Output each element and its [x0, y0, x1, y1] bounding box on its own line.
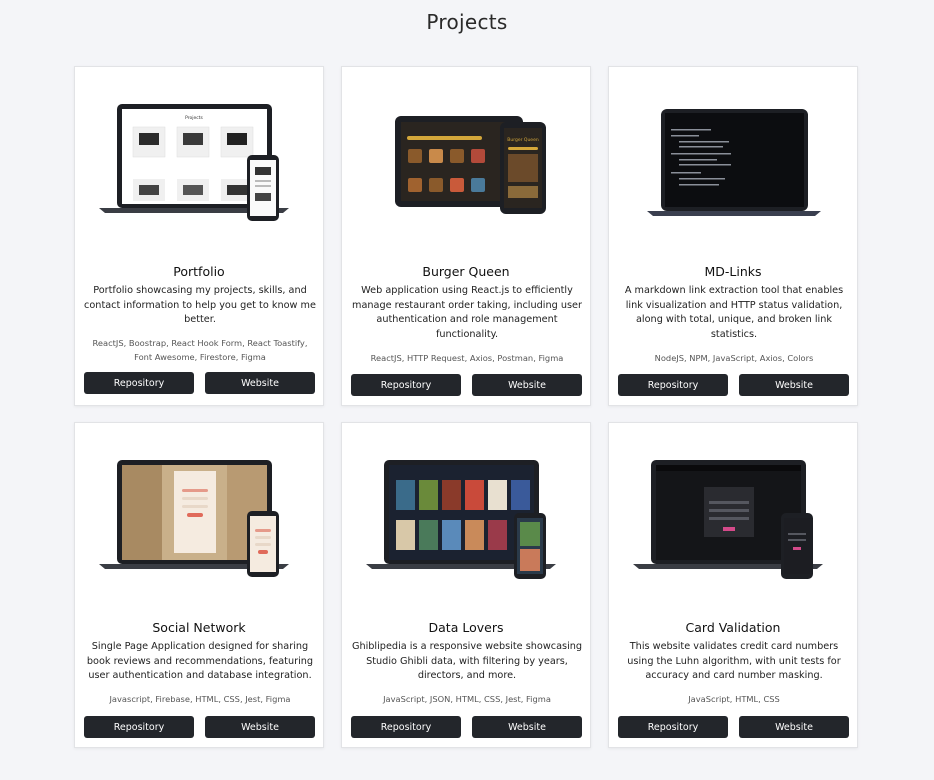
website-button[interactable]: Website: [205, 716, 315, 738]
project-title: MD-Links: [704, 264, 762, 279]
project-description: A markdown link extraction tool that ena…: [624, 285, 844, 340]
project-preview-image: Projects: [75, 67, 325, 257]
project-description: Ghiblipedia is a responsive website show…: [351, 641, 583, 682]
website-button[interactable]: Website: [205, 372, 315, 394]
project-card-md-links: MD-Links A markdown link extraction tool…: [608, 66, 858, 406]
repository-button[interactable]: Repository: [84, 716, 194, 738]
project-title: Card Validation: [685, 620, 781, 635]
repository-button[interactable]: Repository: [351, 716, 461, 738]
project-title: Portfolio: [173, 264, 225, 279]
project-card-portfolio: Projects Portfolio Portfolio showcasing …: [74, 66, 324, 406]
page-title: Projects: [426, 10, 508, 34]
project-technologies: Javascript, Firebase, HTML, CSS, Jest, F…: [109, 694, 291, 704]
website-button[interactable]: Website: [739, 374, 849, 396]
project-technologies: ReactJS, Boostrap, React Hook Form, Reac…: [92, 338, 308, 362]
project-card-data-lovers: Data Lovers Ghiblipedia is a responsive …: [341, 422, 591, 748]
project-card-social-network: Social Network Single Page Application d…: [74, 422, 324, 748]
project-card-card-validation: Card Validation This website validates c…: [608, 422, 858, 748]
repository-button[interactable]: Repository: [84, 372, 194, 394]
project-card-burger-queen: Burger Queen Burger Queen Web applicatio…: [341, 66, 591, 406]
website-button[interactable]: Website: [472, 374, 582, 396]
website-button[interactable]: Website: [472, 716, 582, 738]
project-technologies: JavaScript, HTML, CSS: [688, 694, 780, 704]
screen-title-text: Burger Queen: [507, 137, 539, 143]
project-title: Burger Queen: [422, 264, 510, 279]
project-preview-image: [609, 67, 859, 257]
project-description: Single Page Application designed for sha…: [86, 641, 314, 682]
project-preview-image: [342, 423, 592, 613]
project-technologies: JavaScript, JSON, HTML, CSS, Jest, Figma: [383, 694, 551, 704]
project-description: Web application using React.js to effici…: [352, 285, 582, 340]
project-description: Portfolio showcasing my projects, skills…: [84, 285, 316, 326]
project-preview-image: Burger Queen: [342, 67, 592, 257]
repository-button[interactable]: Repository: [618, 374, 728, 396]
project-preview-image: [75, 423, 325, 613]
project-technologies: NodeJS, NPM, JavaScript, Axios, Colors: [654, 353, 814, 363]
website-button[interactable]: Website: [739, 716, 849, 738]
repository-button[interactable]: Repository: [351, 374, 461, 396]
project-title: Data Lovers: [428, 620, 504, 635]
project-technologies: ReactJS, HTTP Request, Axios, Postman, F…: [370, 353, 564, 363]
project-title: Social Network: [152, 620, 246, 635]
screen-title-text: Projects: [185, 115, 203, 121]
repository-button[interactable]: Repository: [618, 716, 728, 738]
project-preview-image: [609, 423, 859, 613]
project-description: This website validates credit card numbe…: [627, 641, 841, 682]
